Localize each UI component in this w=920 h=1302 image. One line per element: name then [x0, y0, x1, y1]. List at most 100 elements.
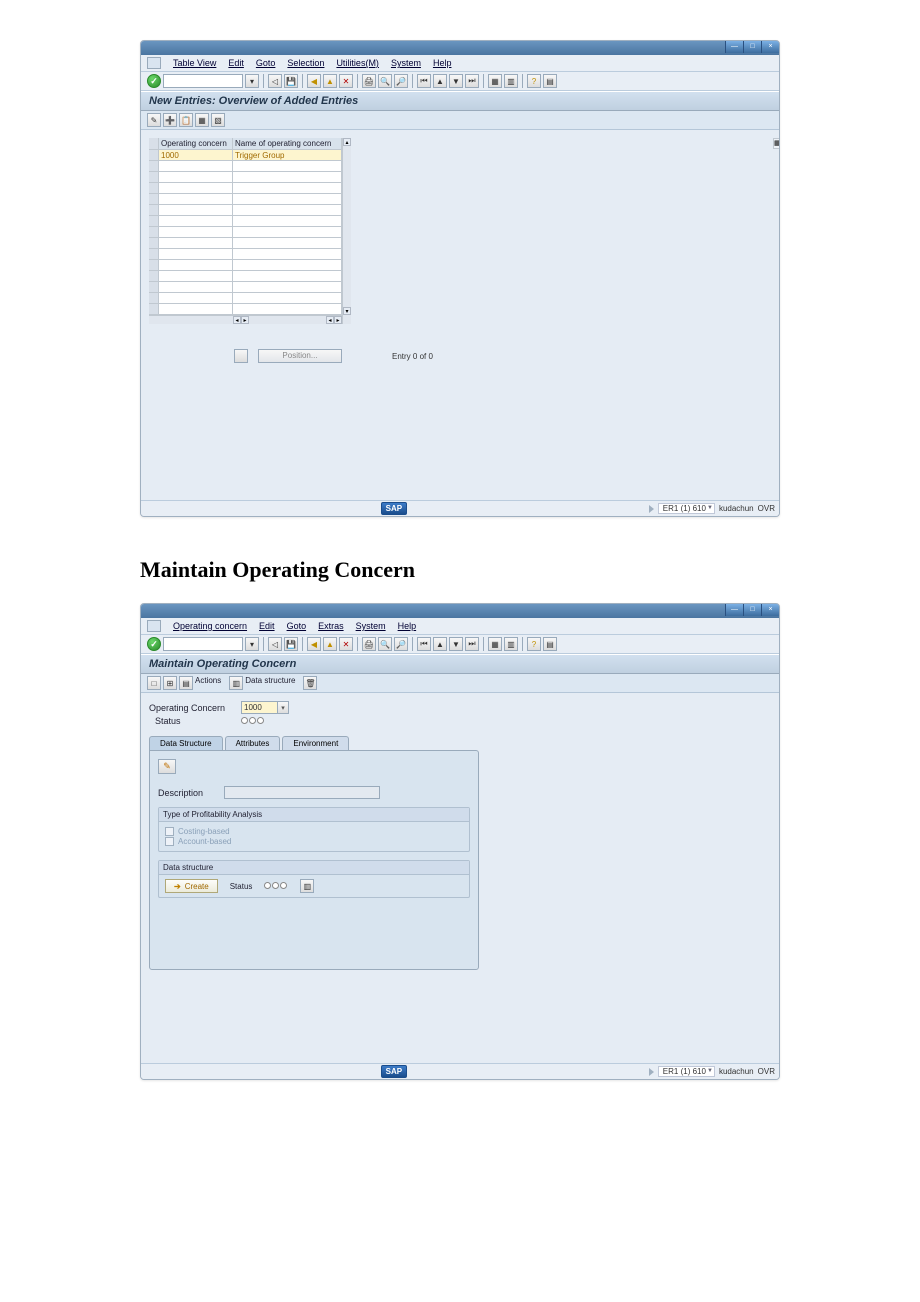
menu-help[interactable]: Help [433, 58, 452, 68]
print-icon[interactable]: 🖨 [362, 637, 376, 651]
table-row[interactable] [149, 271, 342, 282]
menu-system[interactable]: System [391, 58, 421, 68]
tab-environment[interactable]: Environment [282, 736, 349, 750]
table-row[interactable] [149, 183, 342, 194]
new-session-icon[interactable]: ▦ [488, 637, 502, 651]
command-field[interactable] [163, 637, 243, 651]
table-row[interactable] [149, 282, 342, 293]
menu-utilities[interactable]: Utilities(M) [336, 58, 379, 68]
window-minimize[interactable]: — [725, 604, 743, 616]
table-row[interactable] [149, 216, 342, 227]
find-next-icon[interactable]: 🔎 [394, 74, 408, 88]
deselect-icon[interactable]: ▦ [195, 113, 209, 127]
status-expand-icon[interactable] [649, 1068, 654, 1076]
menu-operating-concern[interactable]: Operating concern [173, 621, 247, 631]
window-close[interactable]: × [761, 41, 779, 53]
cell-operating-concern[interactable]: 1000 [159, 150, 233, 161]
menu-icon[interactable] [147, 57, 161, 69]
create-button[interactable]: ➔Create [165, 879, 218, 893]
operating-concern-input[interactable]: 1000 [241, 701, 278, 714]
window-maximize[interactable]: □ [743, 41, 761, 53]
help-icon[interactable]: ? [527, 637, 541, 651]
create-icon[interactable]: □ [147, 676, 161, 690]
menu-edit[interactable]: Edit [228, 58, 244, 68]
select-all-icon[interactable]: ▧ [211, 113, 225, 127]
menu-goto[interactable]: Goto [256, 58, 276, 68]
table-row[interactable] [149, 304, 342, 315]
menu-goto[interactable]: Goto [287, 621, 307, 631]
help-icon[interactable]: ? [527, 74, 541, 88]
command-field[interactable] [163, 74, 243, 88]
cancel-button[interactable]: ✕ [339, 637, 353, 651]
menu-system[interactable]: System [356, 621, 386, 631]
dropdown-icon[interactable]: ▾ [245, 637, 259, 651]
dropdown-icon[interactable]: ▾ [245, 74, 259, 88]
enter-button[interactable]: ✓ [147, 74, 161, 88]
layout-icon[interactable]: ▤ [543, 74, 557, 88]
back-icon[interactable]: ◁ [268, 74, 282, 88]
table-row[interactable] [149, 249, 342, 260]
delete-icon[interactable]: 🗑 [303, 676, 317, 690]
layout-icon[interactable]: ▤ [543, 637, 557, 651]
last-page-icon[interactable]: ⏭ [465, 637, 479, 651]
table-row[interactable] [149, 172, 342, 183]
next-page-icon[interactable]: ▼ [449, 74, 463, 88]
find-icon[interactable]: 🔍 [378, 637, 392, 651]
menu-extras[interactable]: Extras [318, 621, 344, 631]
table-row[interactable]: 1000 Trigger Group [149, 150, 342, 161]
table-settings-icon[interactable]: ▦ [773, 138, 780, 149]
actions-icon[interactable]: ▤ [179, 676, 193, 690]
last-page-icon[interactable]: ⏭ [465, 74, 479, 88]
print-icon[interactable]: 🖨 [362, 74, 376, 88]
table-row[interactable] [149, 205, 342, 216]
costing-based-checkbox[interactable]: Costing-based [165, 827, 463, 836]
window-close[interactable]: × [761, 604, 779, 616]
tree-icon[interactable]: ⊞ [163, 676, 177, 690]
table-row[interactable] [149, 238, 342, 249]
save-icon[interactable]: 💾 [284, 74, 298, 88]
menu-help[interactable]: Help [398, 621, 417, 631]
next-page-icon[interactable]: ▼ [449, 637, 463, 651]
copy-icon[interactable]: 📋 [179, 113, 193, 127]
prev-page-icon[interactable]: ▲ [433, 637, 447, 651]
column-header-operating-concern[interactable]: Operating concern [159, 138, 233, 150]
back-button[interactable]: ◀ [307, 637, 321, 651]
cancel-button[interactable]: ✕ [339, 74, 353, 88]
table-row[interactable] [149, 161, 342, 172]
table-row[interactable] [149, 293, 342, 304]
account-based-checkbox[interactable]: Account-based [165, 837, 463, 846]
system-info[interactable]: ER1 (1) 610 [658, 1066, 715, 1077]
prev-page-icon[interactable]: ▲ [433, 74, 447, 88]
status-expand-icon[interactable] [649, 505, 654, 513]
find-icon[interactable]: 🔍 [378, 74, 392, 88]
menu-edit[interactable]: Edit [259, 621, 275, 631]
vertical-scrollbar[interactable]: ▴ ▾ [342, 138, 351, 324]
system-info[interactable]: ER1 (1) 610 [658, 503, 715, 514]
back-icon[interactable]: ◁ [268, 637, 282, 651]
ds-detail-icon[interactable]: ▥ [300, 879, 314, 893]
back-button[interactable]: ◀ [307, 74, 321, 88]
menu-icon[interactable] [147, 620, 161, 632]
position-icon[interactable] [234, 349, 248, 363]
row-selector[interactable] [149, 150, 159, 161]
f4-help-icon[interactable]: ▾ [278, 701, 289, 714]
tab-data-structure[interactable]: Data Structure [149, 736, 223, 750]
horizontal-scrollbar[interactable]: ◂▸ ◂▸ [149, 315, 342, 324]
table-row[interactable] [149, 194, 342, 205]
enter-button[interactable]: ✓ [147, 637, 161, 651]
table-row[interactable] [149, 227, 342, 238]
tab-attributes[interactable]: Attributes [225, 736, 281, 750]
exit-button[interactable]: ▲ [323, 637, 337, 651]
window-maximize[interactable]: □ [743, 604, 761, 616]
first-page-icon[interactable]: ⏮ [417, 637, 431, 651]
new-session-icon[interactable]: ▦ [488, 74, 502, 88]
menu-selection[interactable]: Selection [287, 58, 324, 68]
position-button[interactable]: Position... [258, 349, 342, 363]
shortcut-icon[interactable]: ▥ [504, 74, 518, 88]
window-minimize[interactable]: — [725, 41, 743, 53]
find-next-icon[interactable]: 🔎 [394, 637, 408, 651]
menu-table-view[interactable]: Table View [173, 58, 216, 68]
data-structure-icon[interactable]: ▥ [229, 676, 243, 690]
first-page-icon[interactable]: ⏮ [417, 74, 431, 88]
table-row[interactable] [149, 260, 342, 271]
